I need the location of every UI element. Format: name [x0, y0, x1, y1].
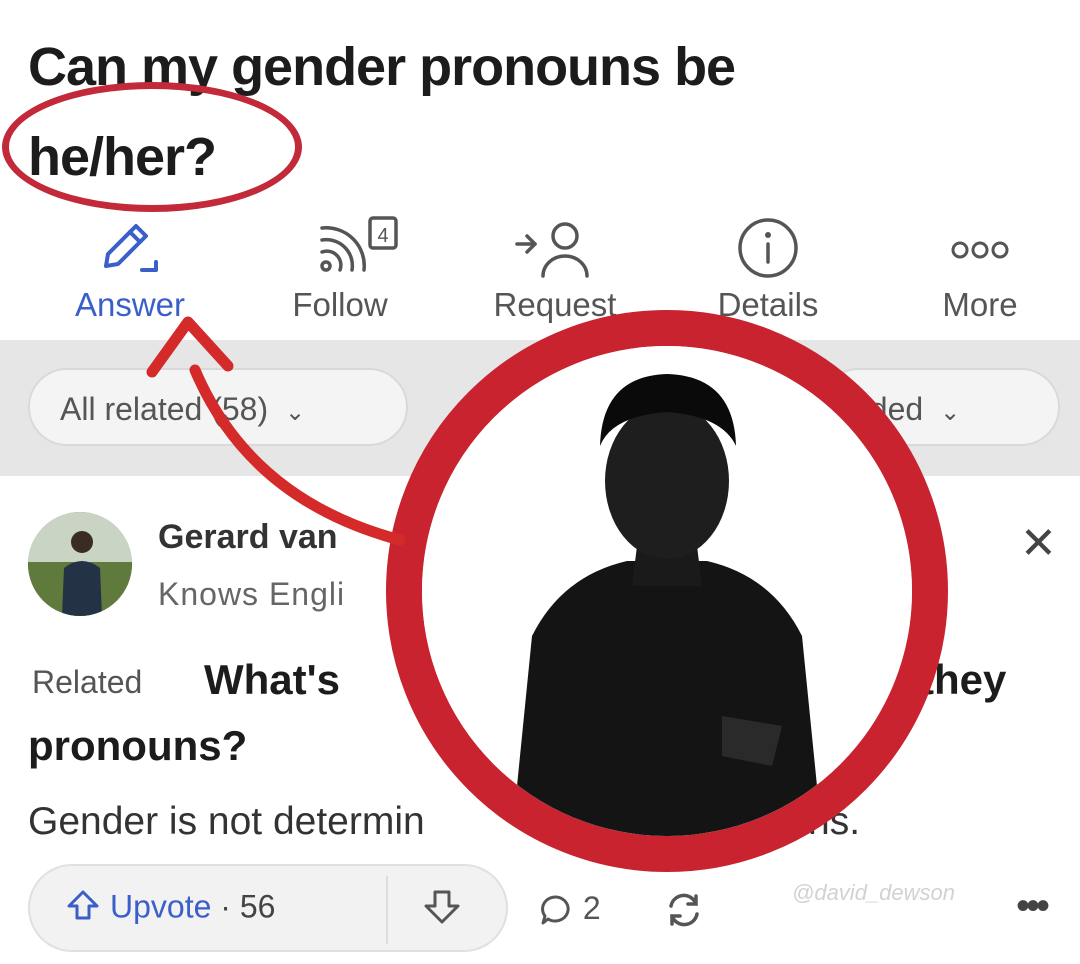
all-related-dropdown[interactable]: All related (58) ⌄ — [28, 368, 408, 446]
answer-button[interactable]: Answer — [30, 208, 230, 338]
upvote-label: Upvote — [110, 888, 212, 925]
overflow-menu-icon[interactable]: ••• — [1016, 884, 1050, 929]
upvote-button[interactable]: Upvote · 56 — [66, 888, 275, 930]
chevron-down-icon: ⌄ — [284, 399, 306, 426]
comment-count: 2 — [582, 890, 601, 927]
all-related-label: All related (58) — [60, 391, 269, 427]
close-icon[interactable]: ✕ — [1020, 518, 1057, 569]
more-dots-icon — [880, 214, 1080, 284]
author-name[interactable]: Gerard van — [158, 518, 338, 557]
answer-label: Answer — [74, 286, 186, 323]
watermark: @david_dewson — [792, 880, 955, 905]
rss-follow-icon: 4 — [240, 214, 440, 284]
related-tag: Related — [32, 664, 143, 700]
info-icon — [668, 214, 868, 284]
related-question-text[interactable]: What's — [204, 656, 340, 704]
answer-body-text: Gender is not determin — [28, 800, 425, 843]
more-label: More — [942, 286, 1018, 323]
related-question-text-line2[interactable]: pronouns? — [28, 722, 247, 770]
request-person-icon — [455, 214, 655, 284]
author-credential: Knows Engli — [158, 576, 346, 612]
vote-divider — [386, 876, 388, 944]
comment-bubble-icon — [538, 889, 583, 925]
highlight-circle-annotation — [2, 82, 302, 212]
person-photo — [422, 346, 912, 836]
chevron-down-icon: ⌄ — [940, 399, 961, 426]
overlay-red-circle — [386, 310, 948, 872]
comments-button[interactable]: 2 — [538, 888, 601, 928]
follow-count-badge: 4 — [377, 225, 388, 247]
share-button[interactable] — [662, 888, 706, 937]
follow-button[interactable]: 4 Follow — [240, 208, 440, 338]
upvote-count: 56 — [239, 888, 276, 925]
reshare-icon — [669, 893, 699, 927]
pencil-icon — [30, 214, 230, 284]
more-button[interactable]: More — [880, 208, 1080, 338]
avatar[interactable] — [28, 512, 132, 616]
follow-label: Follow — [292, 286, 388, 323]
vote-bar: Upvote · 56 — [28, 864, 508, 952]
upvote-arrow-icon — [66, 888, 100, 930]
downvote-arrow-icon — [424, 890, 460, 924]
question-action-bar: Answer 4 Follow Request Details More — [0, 208, 1080, 338]
downvote-button[interactable] — [422, 884, 462, 933]
